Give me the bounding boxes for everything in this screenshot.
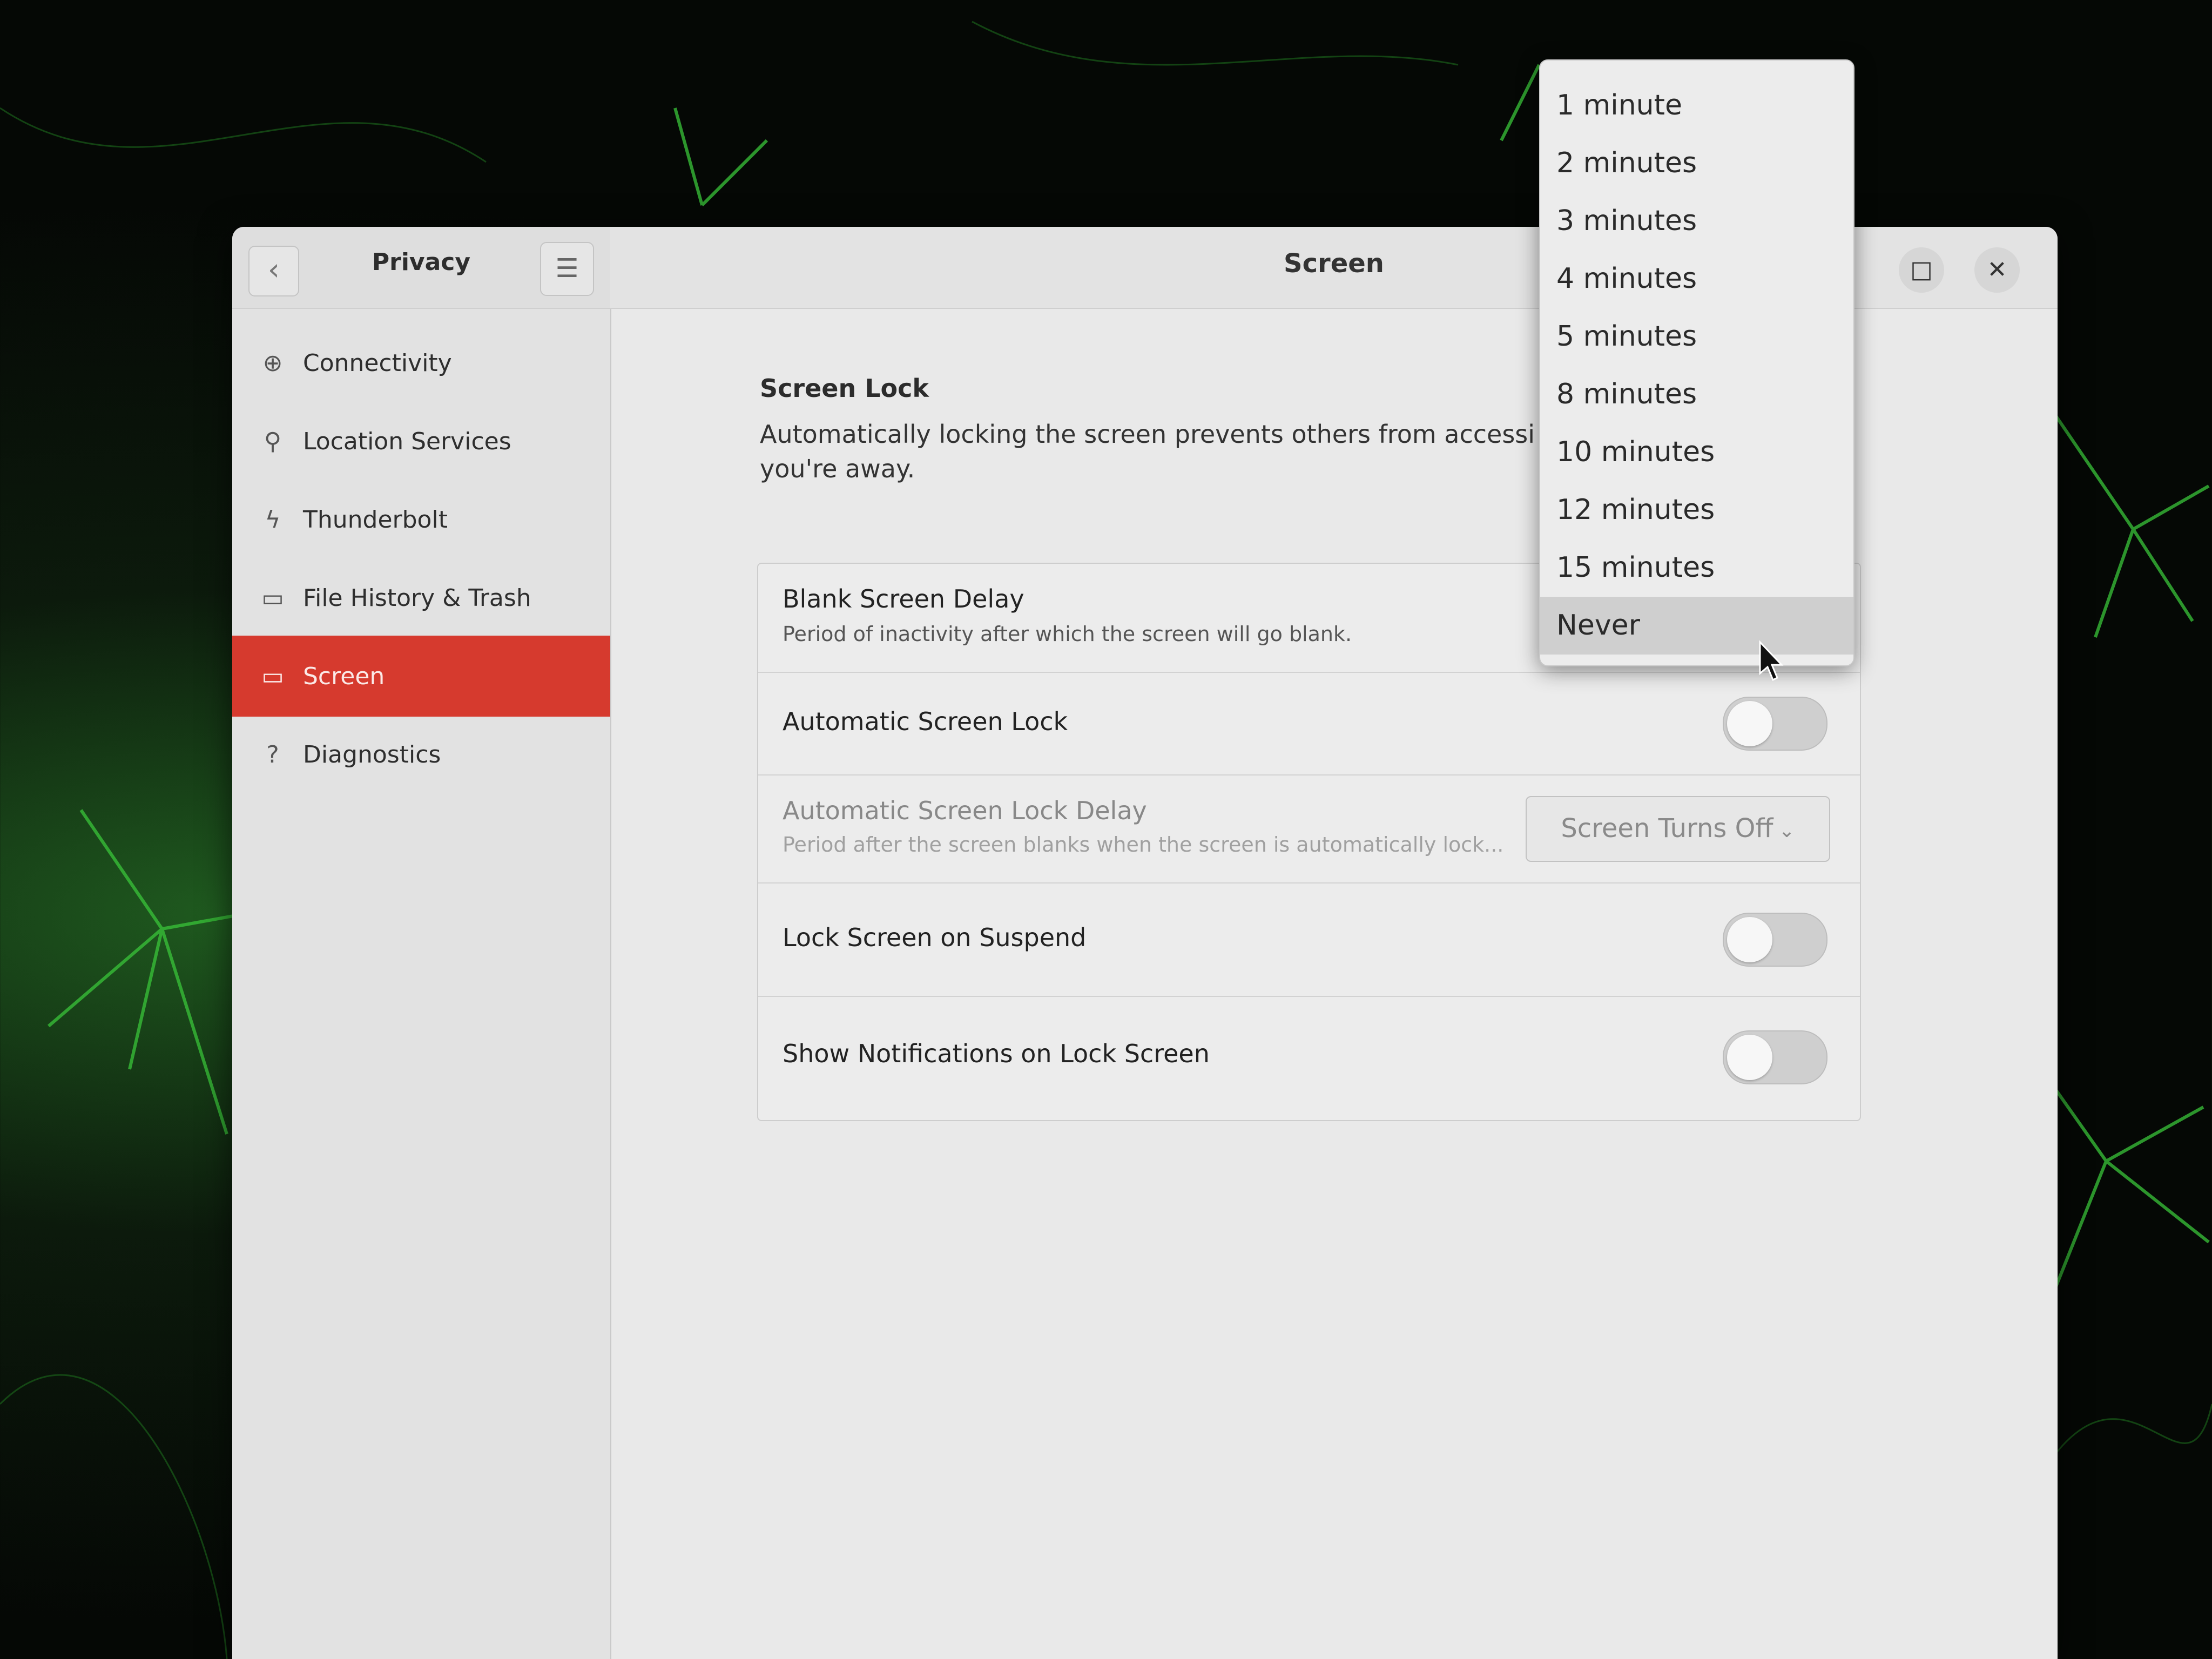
row-label: Show Notifications on Lock Screen [783,1039,1210,1068]
row-subtitle: Period of inactivity after which the scr… [783,622,1352,646]
row-label: Automatic Screen Lock Delay [783,796,1147,825]
help-icon: ? [266,740,279,768]
dropdown-option-10-minutes[interactable]: 10 minutes [1540,423,1853,481]
dropdown-option-4-minutes[interactable]: 4 minutes [1540,250,1853,308]
sidebar-item-diagnostics[interactable]: ? Diagnostics [232,714,610,795]
globe-icon: ⊕ [262,349,283,377]
row-label: Automatic Screen Lock [783,707,1068,736]
section-title: Screen Lock [760,374,929,403]
dropdown-option-8-minutes[interactable]: 8 minutes [1540,366,1853,423]
maximize-button[interactable]: □ [1899,247,1944,293]
close-icon: ✕ [1987,256,2007,284]
show-notifications-toggle[interactable] [1723,1030,1827,1084]
row-label: Lock Screen on Suspend [783,923,1087,952]
thunderbolt-icon: ϟ [265,505,281,534]
row-subtitle: Period after the screen blanks when the … [783,833,1504,857]
row-automatic-screen-lock: Automatic Screen Lock [758,672,1860,775]
maximize-icon: □ [1910,256,1933,284]
dropdown-option-3-minutes[interactable]: 3 minutes [1540,192,1853,250]
select-value: Screen Turns Off [1561,813,1773,844]
chevron-down-icon: ⌄ [1778,820,1795,842]
sidebar-item-connectivity[interactable]: ⊕ Connectivity [232,322,610,403]
sidebar-item-label: Screen [303,662,385,690]
sidebar-item-screen[interactable]: ▭ Screen [232,636,610,717]
sidebar-item-label: File History & Trash [303,584,531,612]
dropdown-option-5-minutes[interactable]: 5 minutes [1540,308,1853,366]
menu-button[interactable]: ☰ [540,242,594,296]
location-pin-icon: ⚲ [264,427,282,455]
lock-screen-on-suspend-toggle[interactable] [1723,913,1827,967]
sidebar-item-thunderbolt[interactable]: ϟ Thunderbolt [232,479,610,560]
dropdown-option-15-minutes[interactable]: 15 minutes [1540,539,1853,597]
mouse-pointer-icon [1759,640,1784,682]
dropdown-option-12-minutes[interactable]: 12 minutes [1540,481,1853,539]
lock-delay-select[interactable]: Screen Turns Off ⌄ [1526,796,1830,862]
sidebar: ⊕ Connectivity ⚲ Location Services ϟ Thu… [232,309,611,1659]
close-button[interactable]: ✕ [1974,247,2020,293]
automatic-screen-lock-toggle[interactable] [1723,697,1827,751]
sidebar-item-file-history-trash[interactable]: ▭ File History & Trash [232,557,610,638]
blank-delay-dropdown: 1 minute 2 minutes 3 minutes 4 minutes 5… [1539,59,1854,666]
dropdown-option-never[interactable]: Never [1540,597,1853,655]
row-automatic-screen-lock-delay: Automatic Screen Lock Delay Period after… [758,774,1860,884]
sidebar-item-label: Diagnostics [303,740,441,768]
sidebar-item-label: Connectivity [303,349,452,377]
display-icon: ▭ [261,662,284,690]
sidebar-item-label: Thunderbolt [303,505,448,534]
sidebar-item-label: Location Services [303,427,511,455]
sidebar-item-location-services[interactable]: ⚲ Location Services [232,401,610,482]
hamburger-menu-icon: ☰ [555,253,579,284]
folder-icon: ▭ [261,584,284,612]
row-lock-screen-on-suspend: Lock Screen on Suspend [758,882,1860,997]
row-label: Blank Screen Delay [783,584,1024,613]
row-show-notifications: Show Notifications on Lock Screen [758,996,1860,1119]
dropdown-option-1-minute[interactable]: 1 minute [1540,77,1853,134]
sidebar-header: ‹ Privacy ☰ [232,227,611,309]
dropdown-option-2-minutes[interactable]: 2 minutes [1540,134,1853,192]
